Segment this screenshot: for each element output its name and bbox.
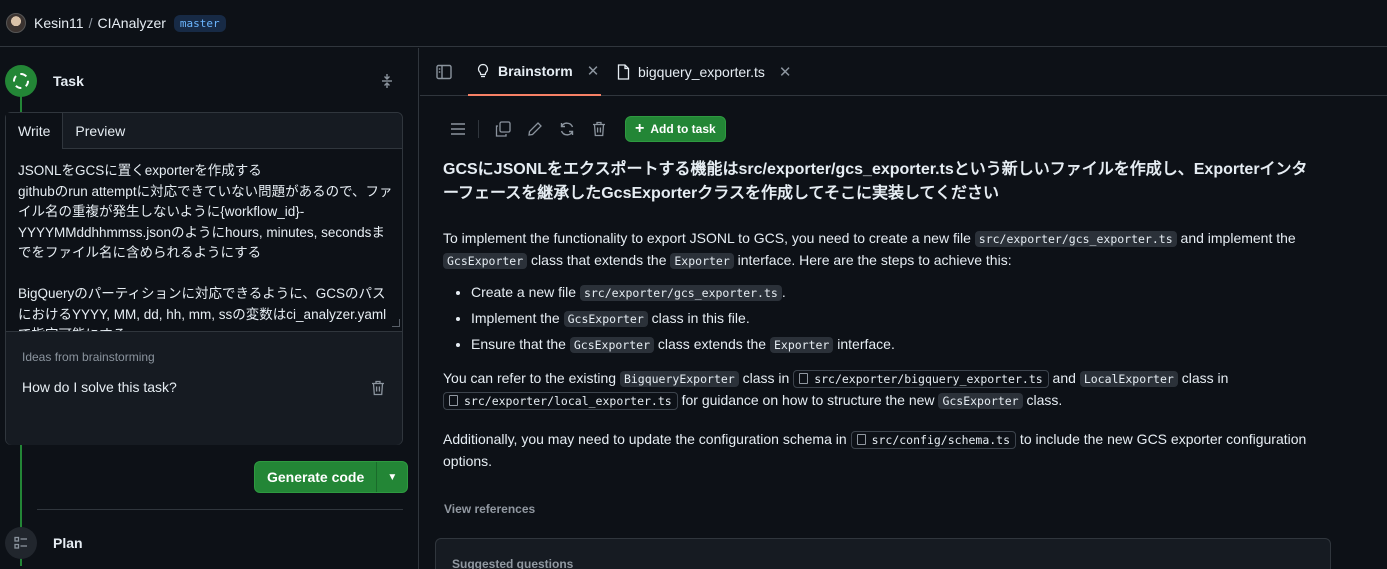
tab-brainstorm[interactable]: Brainstorm ✕ [468, 48, 601, 96]
text: class that extends the [527, 252, 671, 268]
breadcrumb: Kesin11 / CIAnalyzer [34, 15, 166, 31]
ideas-heading: Ideas from brainstorming [22, 350, 155, 364]
tab-file-label: bigquery_exporter.ts [638, 64, 765, 80]
plan-title: Plan [53, 535, 83, 551]
repo-link[interactable]: CIAnalyzer [97, 15, 165, 31]
list-item: Implement the GcsExporter class in this … [471, 306, 1323, 332]
task-step-icon [5, 65, 37, 97]
text: interface. [833, 336, 895, 352]
idea-item[interactable]: How do I solve this task? [22, 379, 177, 395]
tab-bigquery-exporter[interactable]: bigquery_exporter.ts ✕ [617, 48, 791, 96]
suggested-questions-panel: Suggested questions [435, 538, 1331, 569]
text: To implement the functionality to export… [443, 230, 975, 246]
owner-link[interactable]: Kesin11 [34, 15, 84, 31]
trash-icon[interactable] [583, 116, 615, 142]
checklist-icon [14, 536, 27, 549]
suggested-questions-heading: Suggested questions [452, 557, 574, 569]
inline-code: GcsExporter [563, 311, 648, 327]
text: Ensure that the [471, 336, 570, 352]
inline-code: BigqueryExporter [619, 371, 739, 387]
refresh-icon[interactable] [551, 116, 583, 142]
task-title: Task [53, 73, 84, 89]
list-item: Create a new file src/exporter/gcs_expor… [471, 280, 1323, 306]
inline-code: src/exporter/gcs_exporter.ts [579, 285, 782, 301]
plus-icon: + [635, 120, 645, 137]
brainstorm-toolbar: + Add to task [442, 116, 726, 142]
text: class in [1177, 370, 1229, 386]
tab-preview[interactable]: Preview [63, 113, 402, 148]
inline-code: src/exporter/gcs_exporter.ts [974, 231, 1177, 247]
inline-code: LocalExporter [1079, 371, 1178, 387]
text: Implement the [471, 310, 564, 326]
toolbar-divider [478, 120, 479, 138]
lightbulb-icon [477, 63, 489, 78]
file-tabs: Brainstorm ✕ bigquery_exporter.ts ✕ [420, 48, 1387, 96]
task-panel: Task Write Preview JSONLをGCSに置くexporterを… [0, 48, 419, 569]
text: Create a new file [471, 284, 580, 300]
plan-step-icon [5, 527, 37, 559]
paragraph-intro: To implement the functionality to export… [443, 228, 1323, 272]
avatar[interactable] [6, 13, 26, 33]
text: class extends the [654, 336, 770, 352]
menu-icon[interactable] [442, 116, 474, 142]
text: class in [738, 370, 794, 386]
sidebar-toggle-icon[interactable] [436, 64, 452, 80]
text: and implement the [1176, 230, 1296, 246]
text: class. [1022, 392, 1063, 408]
inline-code: GcsExporter [569, 337, 655, 353]
tab-write[interactable]: Write [6, 113, 64, 149]
resize-handle[interactable] [392, 319, 400, 327]
steps-list: Create a new file src/exporter/gcs_expor… [443, 280, 1323, 358]
add-to-task-label: Add to task [650, 122, 716, 136]
file-reference-link[interactable]: src/config/schema.ts [850, 431, 1017, 449]
file-icon [856, 434, 866, 445]
inline-code: GcsExporter [443, 253, 528, 269]
pencil-icon[interactable] [519, 116, 551, 142]
collapse-icon[interactable] [380, 73, 394, 89]
file-icon [449, 395, 458, 406]
text: You can refer to the existing [443, 370, 620, 386]
breadcrumb-separator: / [88, 15, 93, 31]
text: Additionally, you may need to update the… [443, 431, 851, 447]
close-icon[interactable]: ✕ [779, 63, 792, 81]
task-editor: Write Preview JSONLをGCSに置くexporterを作成する … [5, 112, 403, 445]
tab-brainstorm-label: Brainstorm [498, 63, 573, 79]
file-reference-link[interactable]: src/exporter/local_exporter.ts [443, 392, 678, 410]
inline-code: GcsExporter [938, 393, 1023, 409]
brainstorm-heading: GCSにJSONLをエクスポートする機能はsrc/exporter/gcs_ex… [443, 161, 1308, 202]
divider [37, 509, 403, 510]
text: for guidance on how to structure the new [677, 392, 939, 408]
text: and [1048, 370, 1080, 386]
copy-icon[interactable] [487, 116, 519, 142]
file-icon [799, 373, 809, 384]
inline-code: Exporter [769, 337, 834, 353]
generate-code-button[interactable]: Generate code [255, 462, 378, 492]
text: interface. Here are the steps to achieve… [733, 252, 1012, 268]
branch-badge[interactable]: master [173, 14, 226, 32]
generate-code-button-group: Generate code ▼ [254, 461, 409, 493]
file-reference-path: src/exporter/bigquery_exporter.ts [814, 372, 1043, 386]
text: . [781, 284, 786, 300]
generate-options-dropdown[interactable]: ▼ [377, 462, 407, 492]
view-references-link[interactable]: View references [444, 502, 535, 516]
text: class in this file. [647, 310, 750, 326]
brainstorm-content: GCSにJSONLをエクスポートする機能はsrc/exporter/gcs_ex… [443, 158, 1323, 472]
paragraph-references: You can refer to the existing BigqueryEx… [443, 368, 1323, 412]
paragraph-config: Additionally, you may need to update the… [443, 429, 1323, 472]
list-item: Ensure that the GcsExporter class extend… [471, 332, 1323, 358]
file-icon [617, 64, 630, 80]
ideas-section: Ideas from brainstorming How do I solve … [6, 331, 402, 445]
chevron-down-icon: ▼ [387, 471, 398, 483]
trash-icon[interactable] [371, 380, 385, 396]
add-to-task-button[interactable]: + Add to task [625, 116, 726, 142]
close-icon[interactable]: ✕ [587, 62, 600, 80]
file-reference-path: src/exporter/local_exporter.ts [464, 394, 672, 408]
top-header: Kesin11 / CIAnalyzer master [0, 0, 1387, 47]
file-reference-path: src/config/schema.ts [871, 433, 1011, 447]
editor-tabs: Write Preview [6, 113, 402, 149]
inline-code: Exporter [670, 253, 734, 269]
file-reference-link[interactable]: src/exporter/bigquery_exporter.ts [793, 370, 1049, 388]
brainstorm-panel: Brainstorm ✕ bigquery_exporter.ts ✕ + Ad… [420, 48, 1387, 569]
